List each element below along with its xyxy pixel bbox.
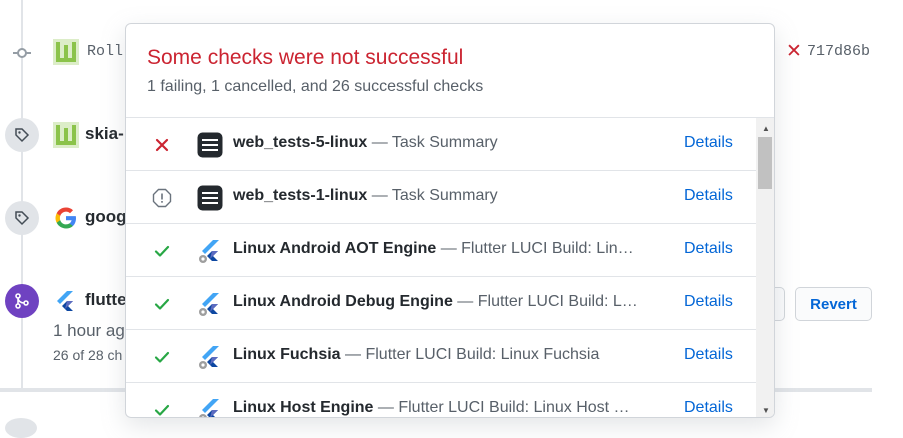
- check-name: web_tests-5-linux: [233, 134, 368, 151]
- details-link[interactable]: Details: [684, 293, 733, 311]
- skia-avatar: [53, 122, 79, 148]
- commit-message[interactable]: Roll: [87, 43, 123, 60]
- details-link[interactable]: Details: [684, 346, 733, 364]
- scrollbar[interactable]: ▲ ▼: [756, 118, 774, 417]
- check-description: — Flutter LUCI Build: Linux Host Engine: [377, 399, 638, 416]
- x-icon: [152, 135, 172, 155]
- commit-sha[interactable]: 717d86b: [807, 43, 870, 60]
- tag-label[interactable]: skia-: [85, 124, 124, 144]
- flutter-app-icon: [197, 344, 223, 370]
- check-description: — Flutter LUCI Build: Linux Android Debu…: [457, 293, 638, 310]
- check-title: Linux Android Debug Engine — Flutter LUC…: [233, 293, 638, 311]
- tag-icon: [15, 128, 30, 143]
- check-name: Linux Android Debug Engine: [233, 293, 453, 310]
- check-description: — Flutter LUCI Build: Linux Fuchsia: [345, 346, 600, 363]
- check-name: web_tests-1-linux: [233, 187, 368, 204]
- check-icon: [152, 400, 172, 417]
- check-name: Linux Fuchsia: [233, 346, 341, 363]
- merge-checks-summary[interactable]: 26 of 28 ch: [53, 347, 122, 363]
- flutter-app-icon: [197, 397, 223, 417]
- check-description: — Task Summary: [371, 187, 498, 204]
- check-row[interactable]: web_tests-1-linux — Task Summary Details: [126, 171, 756, 224]
- popover-subtitle: 1 failing, 1 cancelled, and 26 successfu…: [147, 78, 484, 95]
- check-row[interactable]: Linux Android Debug Engine — Flutter LUC…: [126, 277, 756, 330]
- check-icon: [152, 347, 172, 367]
- scroll-up-arrow-icon[interactable]: ▲: [756, 120, 774, 136]
- check-row[interactable]: Linux Android AOT Engine — Flutter LUCI …: [126, 224, 756, 277]
- details-link[interactable]: Details: [684, 134, 733, 152]
- alert-octagon-icon: [152, 188, 172, 208]
- check-description: — Flutter LUCI Build: Linux Android AOT …: [440, 240, 638, 257]
- tag-badge: [5, 118, 39, 152]
- check-title: Linux Android AOT Engine — Flutter LUCI …: [233, 240, 638, 258]
- flutter-app-icon: [197, 291, 223, 317]
- check-row[interactable]: Linux Host Engine — Flutter LUCI Build: …: [126, 383, 756, 417]
- checks-list: web_tests-5-linux — Task Summary Details w…: [126, 118, 756, 417]
- scroll-down-arrow-icon[interactable]: ▼: [756, 402, 774, 417]
- check-name: Linux Android AOT Engine: [233, 240, 437, 257]
- merge-time: 1 hour ag: [53, 321, 125, 340]
- tag-badge: [5, 201, 39, 235]
- revert-button[interactable]: Revert: [795, 287, 872, 321]
- check-title: Linux Host Engine — Flutter LUCI Build: …: [233, 399, 638, 417]
- commit-status-x-icon[interactable]: ✕: [786, 40, 802, 63]
- check-row[interactable]: Linux Fuchsia — Flutter LUCI Build: Linu…: [126, 330, 756, 383]
- git-merge-icon: [15, 293, 29, 309]
- tag-label[interactable]: goog: [85, 207, 127, 227]
- details-link[interactable]: Details: [684, 240, 733, 258]
- popover-title: Some checks were not successful: [147, 46, 464, 69]
- merge-title[interactable]: flutte: [85, 290, 127, 310]
- merge-badge: [5, 284, 39, 318]
- check-name: Linux Host Engine: [233, 399, 374, 416]
- task-summary-app-icon: [197, 185, 223, 211]
- avatar: [5, 418, 37, 438]
- commit-icon: [13, 48, 31, 58]
- scrollbar-thumb[interactable]: [758, 137, 772, 189]
- task-summary-app-icon: [197, 132, 223, 158]
- check-title: web_tests-5-linux — Task Summary: [233, 134, 638, 152]
- popover-header: Some checks were not successful 1 failin…: [126, 24, 774, 118]
- check-title: Linux Fuchsia — Flutter LUCI Build: Linu…: [233, 346, 638, 364]
- google-logo-icon: [55, 207, 76, 229]
- flutter-app-icon: [197, 238, 223, 264]
- details-link[interactable]: Details: [684, 399, 733, 417]
- check-description: — Task Summary: [371, 134, 498, 151]
- checks-popover: Some checks were not successful 1 failin…: [125, 23, 775, 418]
- check-icon: [152, 294, 172, 314]
- details-link[interactable]: Details: [684, 187, 733, 205]
- flutter-avatar: [57, 291, 73, 311]
- check-row[interactable]: web_tests-5-linux — Task Summary Details: [126, 118, 756, 171]
- check-title: web_tests-1-linux — Task Summary: [233, 187, 638, 205]
- tag-icon: [15, 211, 30, 226]
- check-icon: [152, 241, 172, 261]
- skia-avatar: [53, 39, 79, 65]
